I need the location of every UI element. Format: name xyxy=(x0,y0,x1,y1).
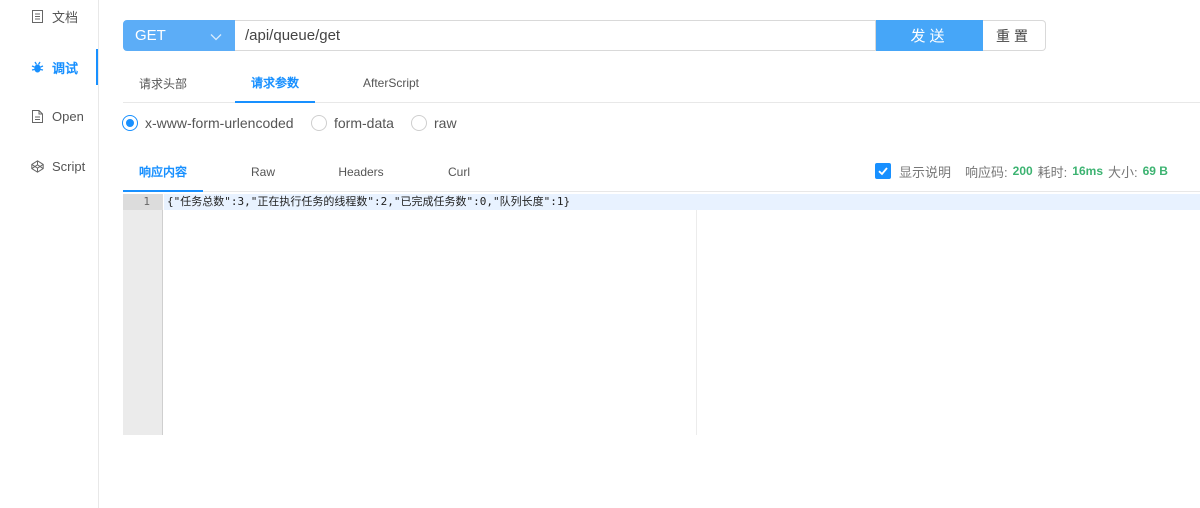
sidebar: 文档 调试 Open Script xyxy=(0,0,99,508)
tab-headers[interactable]: Headers xyxy=(327,153,395,191)
sidebar-item-label: Open xyxy=(52,108,84,124)
tab-request-headers[interactable]: 请求头部 xyxy=(123,64,203,102)
reset-button[interactable]: 重置 xyxy=(983,20,1046,51)
tab-raw[interactable]: Raw xyxy=(235,153,291,191)
sidebar-item-label: 调试 xyxy=(52,60,79,76)
response-editor[interactable]: 1 {"任务总数":3,"正在执行任务的线程数":2,"已完成任务数":0,"队… xyxy=(123,194,1200,435)
radio-x-www-form-urlencoded[interactable]: x-www-form-urlencoded xyxy=(122,113,294,133)
line-number: 1 xyxy=(123,194,163,210)
radio-label: x-www-form-urlencoded xyxy=(145,115,294,131)
method-select[interactable]: GET xyxy=(123,20,235,51)
method-value: GET xyxy=(135,27,166,44)
tab-curl[interactable]: Curl xyxy=(433,153,485,191)
file-icon xyxy=(30,109,44,123)
radio-dot xyxy=(311,115,327,131)
radio-form-data[interactable]: form-data xyxy=(311,113,394,133)
radio-label: raw xyxy=(434,115,457,131)
code-line: {"任务总数":3,"正在执行任务的线程数":2,"已完成任务数":0,"队列长… xyxy=(167,195,571,208)
time-label: 耗时: xyxy=(1037,164,1068,180)
size-value: 69 B xyxy=(1142,164,1168,178)
print-margin xyxy=(696,210,697,435)
tab-request-params[interactable]: 请求参数 xyxy=(235,64,315,103)
request-tabs: 请求头部 请求参数 AfterScript xyxy=(123,64,1200,103)
sidebar-item-open[interactable]: Open xyxy=(0,98,98,134)
check-icon xyxy=(878,167,888,176)
url-input[interactable]: /api/queue/get xyxy=(235,20,876,51)
response-meta: 显示说明 响应码: 200 耗时: 16ms 大小: 69 B xyxy=(875,160,1173,182)
sidebar-item-script[interactable]: Script xyxy=(0,148,98,184)
show-description-label: 显示说明 xyxy=(899,164,952,180)
sidebar-item-docs[interactable]: 文档 xyxy=(0,0,98,34)
time-value: 16ms xyxy=(1072,164,1103,178)
editor-gutter xyxy=(123,194,163,435)
sidebar-item-debug[interactable]: 调试 xyxy=(0,49,98,85)
bug-icon xyxy=(30,61,44,74)
tab-response-content[interactable]: 响应内容 xyxy=(123,153,203,192)
status-label: 响应码: xyxy=(965,164,1008,180)
radio-raw[interactable]: raw xyxy=(411,113,457,133)
tab-afterscript[interactable]: AfterScript xyxy=(349,64,433,102)
chevron-down-icon xyxy=(210,30,222,47)
sidebar-item-label: Script xyxy=(52,158,86,174)
codepen-icon xyxy=(30,159,44,173)
show-description-checkbox[interactable] xyxy=(875,163,891,179)
send-button[interactable]: 发送 xyxy=(876,20,983,51)
size-label: 大小: xyxy=(1108,164,1138,180)
radio-dot xyxy=(411,115,427,131)
radio-label: form-data xyxy=(334,115,394,131)
sidebar-item-label: 文档 xyxy=(52,9,79,25)
document-icon xyxy=(30,9,44,23)
status-value: 200 xyxy=(1012,164,1033,178)
url-value: /api/queue/get xyxy=(245,27,341,44)
radio-dot xyxy=(122,115,138,131)
